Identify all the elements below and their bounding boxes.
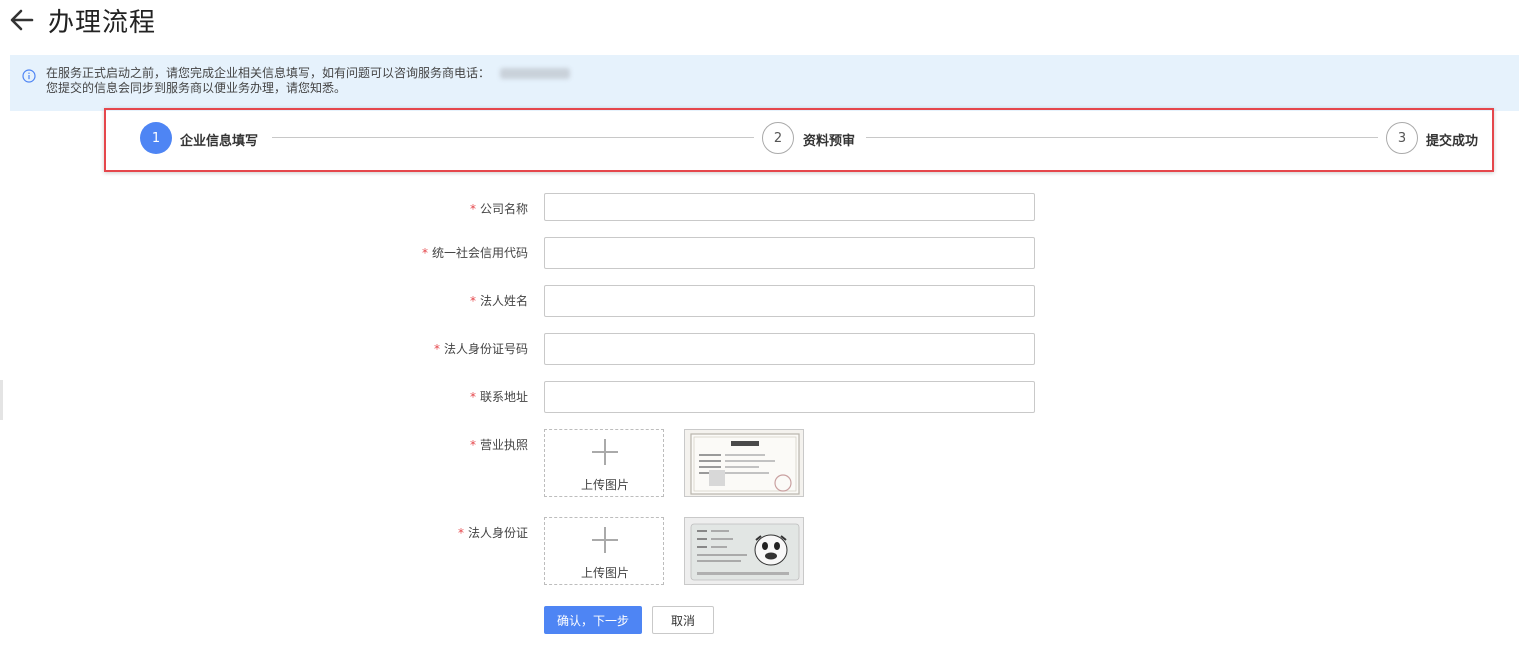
plus-icon <box>592 527 618 553</box>
upload-text: 上传图片 <box>580 478 629 492</box>
notice-text-1: 在服务正式启动之前，请您完成企业相关信息填写，如有问题可以咨询服务商电话： <box>46 66 491 80</box>
page-title: 办理流程 <box>48 7 157 38</box>
info-icon <box>22 69 36 83</box>
legal-name-label: * 法人姓名 <box>470 292 528 309</box>
legal-id-card-label: * 法人身份证 <box>458 524 528 541</box>
step-2-label: 资料预审 <box>803 134 856 149</box>
address-label-text: 联系地址 <box>479 390 528 404</box>
step-2-circle: 2 <box>762 122 794 154</box>
arrow-left-icon[interactable] <box>8 6 36 34</box>
company-name-label: * 公司名称 <box>470 200 528 217</box>
required-mark: * <box>469 294 476 308</box>
notice-line-1: 在服务正式启动之前，请您完成企业相关信息填写，如有问题可以咨询服务商电话： <box>46 66 1519 81</box>
business-license-thumbnail <box>685 430 803 496</box>
company-name-input[interactable] <box>544 193 1035 221</box>
credit-code-label-text: 统一社会信用代码 <box>431 246 528 260</box>
plus-icon <box>592 439 618 465</box>
business-license-label-text: 营业执照 <box>479 438 528 452</box>
cancel-button[interactable]: 取消 <box>652 606 714 634</box>
required-mark: * <box>469 202 476 216</box>
legal-name-input[interactable] <box>544 285 1035 317</box>
step-3-circle: 3 <box>1386 122 1418 154</box>
id-card-thumbnail <box>685 518 803 584</box>
required-mark: * <box>421 246 428 260</box>
legal-id-number-input[interactable] <box>544 333 1035 365</box>
credit-code-label: * 统一社会信用代码 <box>422 244 528 261</box>
business-license-label: * 营业执照 <box>470 436 528 453</box>
legal-id-card-upload-button[interactable]: 上传图片 <box>544 517 664 585</box>
address-input[interactable] <box>544 381 1035 413</box>
address-label: * 联系地址 <box>470 388 528 405</box>
id-card-image[interactable] <box>684 517 804 585</box>
notice-banner: 在服务正式启动之前，请您完成企业相关信息填写，如有问题可以咨询服务商电话： 您提… <box>10 55 1519 111</box>
step-3-label: 提交成功 <box>1426 134 1479 149</box>
step-1-circle: 1 <box>140 122 172 154</box>
business-license-upload-button[interactable]: 上传图片 <box>544 429 664 497</box>
required-mark: * <box>469 390 476 404</box>
company-name-label-text: 公司名称 <box>479 202 528 216</box>
credit-code-input[interactable] <box>544 237 1035 269</box>
required-mark: * <box>433 342 440 356</box>
legal-id-number-label-text: 法人身份证号码 <box>443 342 528 356</box>
required-mark: * <box>457 526 464 540</box>
legal-id-card-label-text: 法人身份证 <box>467 526 528 540</box>
notice-line-2: 您提交的信息会同步到服务商以便业务办理，请您知悉。 <box>46 81 347 95</box>
step-1-label: 企业信息填写 <box>180 134 259 149</box>
page-header: 办理流程 <box>8 0 156 40</box>
redacted-phone <box>500 68 571 79</box>
step-connector-1 <box>272 137 754 138</box>
steps-progress: 1 企业信息填写 2 资料预审 3 提交成功 <box>104 108 1494 172</box>
step-connector-2 <box>866 137 1378 138</box>
business-license-image[interactable] <box>684 429 804 497</box>
left-edge-handle <box>0 380 3 420</box>
required-mark: * <box>469 438 476 452</box>
legal-id-number-label: * 法人身份证号码 <box>434 340 528 357</box>
legal-name-label-text: 法人姓名 <box>479 294 528 308</box>
upload-text: 上传图片 <box>580 566 629 580</box>
confirm-next-button[interactable]: 确认，下一步 <box>544 606 642 634</box>
